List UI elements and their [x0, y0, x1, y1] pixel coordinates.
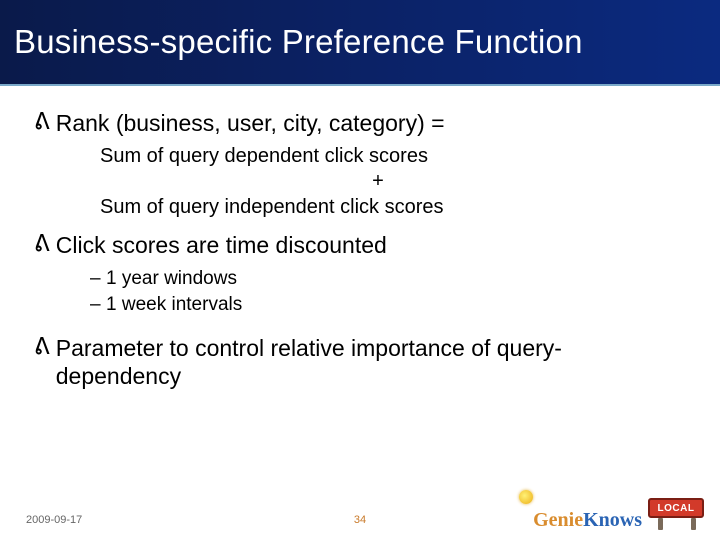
- formula-line: Sum of query dependent click scores: [100, 144, 686, 170]
- logo-text: GenieKnows: [533, 510, 642, 530]
- slide-title: Business-specific Preference Function: [14, 23, 583, 61]
- logo-word1: Genie: [533, 510, 583, 530]
- formula-plus: +: [70, 169, 686, 195]
- logo-sign: LOCAL: [646, 496, 708, 530]
- formula-block: Sum of query dependent click scores + Su…: [100, 144, 686, 221]
- sign-post-icon: [658, 518, 663, 530]
- list-text: 1 year windows: [106, 266, 237, 292]
- bullet-item: ᕕ Rank (business, user, city, category) …: [34, 110, 686, 138]
- slide: Business-specific Preference Function ᕕ …: [0, 0, 720, 540]
- title-band: Business-specific Preference Function: [0, 0, 720, 86]
- logo: GenieKnows LOCAL: [533, 496, 708, 530]
- slide-body: ᕕ Rank (business, user, city, category) …: [0, 86, 720, 390]
- sign-label: LOCAL: [648, 498, 704, 518]
- list-item: – 1 year windows: [90, 266, 686, 292]
- footer-date: 2009-09-17: [26, 514, 82, 526]
- lightbulb-icon: [519, 490, 533, 504]
- dash-icon: –: [90, 266, 106, 292]
- bullet-item: ᕕ Parameter to control relative importan…: [34, 335, 686, 390]
- formula-line: Sum of query independent click scores: [100, 195, 686, 221]
- bullet-icon: ᕕ: [34, 110, 50, 133]
- list-text: 1 week intervals: [106, 292, 242, 318]
- dash-icon: –: [90, 292, 106, 318]
- bullet-text: Rank (business, user, city, category) =: [56, 110, 445, 138]
- bullet-icon: ᕕ: [34, 232, 50, 255]
- page-number: 34: [354, 514, 366, 526]
- slide-footer: 2009-09-17 34 GenieKnows LOCAL: [0, 498, 720, 534]
- bullet-item: ᕕ Click scores are time discounted: [34, 232, 686, 260]
- sign-post-icon: [691, 518, 696, 530]
- bullet-icon: ᕕ: [34, 335, 50, 358]
- dash-list: – 1 year windows – 1 week intervals: [90, 266, 686, 317]
- list-item: – 1 week intervals: [90, 292, 686, 318]
- bullet-text: Click scores are time discounted: [56, 232, 387, 260]
- bullet-text: Parameter to control relative importance…: [56, 335, 686, 390]
- logo-word2: Knows: [583, 510, 642, 530]
